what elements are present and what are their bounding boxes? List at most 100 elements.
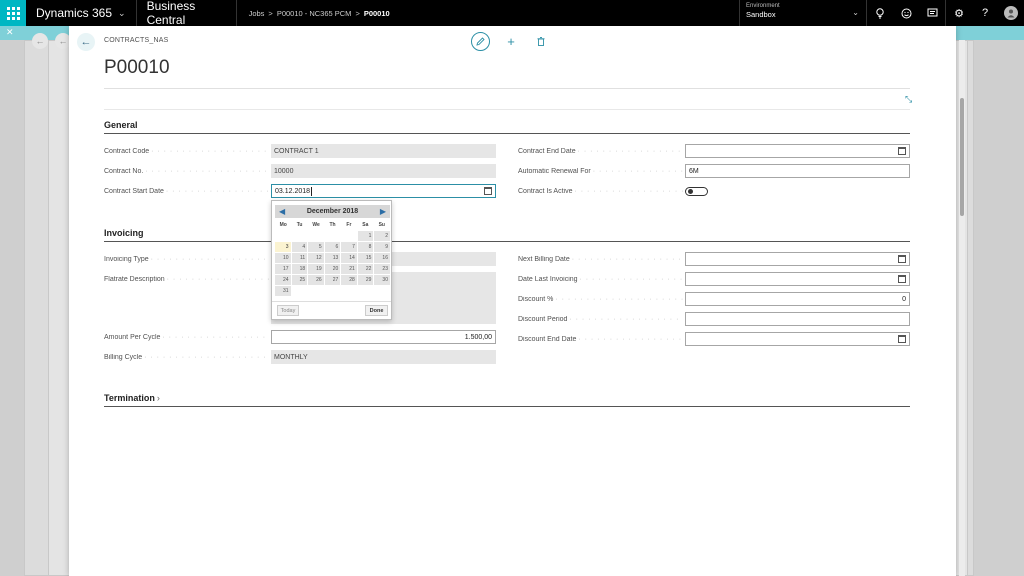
day-cell[interactable]: 18 [291, 264, 308, 274]
brand-menu[interactable]: Dynamics 365 ⌄ [26, 0, 137, 26]
section-title-general[interactable]: General [104, 120, 138, 130]
calendar-icon[interactable] [898, 255, 906, 263]
day-cell[interactable]: 12 [308, 253, 324, 263]
environment-label: Environment [746, 3, 780, 9]
breadcrumb-current: P00010 [363, 8, 390, 18]
weekday-header: Sa [362, 222, 369, 228]
day-cell[interactable]: 11 [291, 253, 308, 263]
day-cell[interactable]: 3 [275, 242, 291, 252]
discount-period-input[interactable] [685, 312, 910, 326]
environment-selector[interactable]: Environment Sandbox ⌄ [739, 0, 867, 26]
calendar-icon[interactable] [898, 335, 906, 343]
chat-icon[interactable] [919, 0, 945, 26]
contract-active-toggle[interactable] [685, 187, 708, 196]
section-divider [104, 241, 910, 242]
next-billing-date-input[interactable] [685, 252, 910, 266]
day-cell[interactable]: 14 [341, 253, 357, 263]
day-cell[interactable]: 16 [374, 253, 390, 263]
day-cell[interactable]: 31 [275, 286, 291, 296]
weekday-header: Fr [346, 222, 352, 228]
field-label: Billing Cycle · · · · · · · · · · · · · … [104, 354, 269, 361]
day-cell[interactable]: 5 [308, 242, 324, 252]
calendar-icon[interactable] [484, 187, 492, 195]
prev-month-icon[interactable]: ◀ [279, 207, 285, 216]
smiley-icon[interactable] [893, 0, 919, 26]
section-title-invoicing[interactable]: Invoicing [104, 228, 144, 238]
calendar-icon[interactable] [898, 275, 906, 283]
help-icon[interactable]: ? [972, 0, 998, 26]
field-label: Discount Period · · · · · · · · · · · · … [518, 316, 683, 323]
day-cell[interactable]: 20 [324, 264, 341, 274]
discount-end-date-input[interactable] [685, 332, 910, 346]
day-cell[interactable]: 15 [357, 253, 374, 263]
field-label: Contract Code · · · · · · · · · · · · · … [104, 148, 269, 155]
day-cell[interactable]: 28 [341, 275, 357, 285]
weekday-header: Su [378, 222, 385, 228]
day-cell[interactable]: 1 [357, 231, 374, 241]
edit-icon[interactable] [471, 32, 490, 51]
chevron-down-icon: ⌄ [852, 8, 859, 17]
back-arrow-icon[interactable]: ← [32, 33, 48, 49]
next-month-icon[interactable]: ▶ [380, 207, 386, 216]
empty-day-cell [341, 231, 357, 241]
toggle-knob [688, 189, 693, 194]
day-cell[interactable]: 21 [341, 264, 357, 274]
scrollbar[interactable] [959, 40, 965, 576]
day-cell[interactable]: 23 [374, 264, 390, 274]
field-label: Discount End Date · · · · · · · · · · · … [518, 336, 683, 343]
contract-end-date-input[interactable] [685, 144, 910, 158]
waffle-icon[interactable] [0, 0, 26, 26]
back-arrow-icon[interactable]: ← [77, 33, 95, 51]
amount-per-cycle-input[interactable]: 1.500,00 [271, 330, 496, 344]
day-cell[interactable]: 4 [291, 242, 308, 252]
day-cell[interactable]: 26 [308, 275, 324, 285]
day-cell[interactable]: 13 [324, 253, 341, 263]
date-last-invoicing-input[interactable] [685, 272, 910, 286]
day-cell[interactable]: 30 [374, 275, 390, 285]
contract-start-date-input[interactable]: 03.12.2018 [271, 184, 496, 198]
scrollbar-thumb[interactable] [960, 98, 964, 216]
day-cell[interactable]: 7 [341, 242, 357, 252]
field-label: Contract End Date · · · · · · · · · · · … [518, 148, 683, 155]
day-cell[interactable]: 9 [374, 242, 390, 252]
datepicker-weekdays: Mo Tu We Th Fr Sa Su [275, 222, 390, 228]
day-cell[interactable]: 27 [324, 275, 341, 285]
day-cell[interactable]: 25 [291, 275, 308, 285]
divider [104, 88, 910, 89]
day-cell[interactable]: 22 [357, 264, 374, 274]
datepicker-month-title: December 2018 [306, 208, 359, 215]
delete-icon[interactable] [532, 33, 550, 51]
breadcrumb-item[interactable]: P00010 - NC365 PCM [277, 9, 352, 18]
day-cell[interactable]: 2 [374, 231, 390, 241]
day-cell[interactable]: 8 [357, 242, 374, 252]
day-cell[interactable]: 19 [308, 264, 324, 274]
field-label: Amount Per Cycle · · · · · · · · · · · ·… [104, 334, 269, 341]
collapse-icon[interactable]: ⤡ [905, 94, 912, 105]
day-cell[interactable]: 6 [324, 242, 341, 252]
divider [272, 301, 391, 302]
calendar-icon[interactable] [898, 147, 906, 155]
gear-icon[interactable]: ⚙ [946, 0, 972, 26]
add-icon[interactable]: + [502, 33, 520, 51]
day-cell[interactable]: 24 [275, 275, 291, 285]
lightbulb-icon[interactable] [867, 0, 893, 26]
datepicker-header: ◀ December 2018 ▶ [275, 205, 390, 218]
discount-percent-input[interactable]: 0 [685, 292, 910, 306]
done-button[interactable]: Done [365, 305, 388, 316]
today-button[interactable]: Today [277, 305, 299, 316]
day-cell[interactable]: 17 [275, 264, 291, 274]
automatic-renewal-input[interactable]: 6M [685, 164, 910, 178]
product-name[interactable]: Business Central [137, 0, 237, 27]
contract-card-page: ← CONTRACTS_NAS P00010 + ⤡ General Contr… [69, 26, 956, 576]
breadcrumb-item[interactable]: Jobs [249, 9, 265, 18]
empty-day-cell [292, 231, 308, 241]
day-cell[interactable]: 29 [357, 275, 374, 285]
datepicker-popup: ◀ December 2018 ▶ Mo Tu We Th Fr Sa Su 1234567… [271, 200, 392, 320]
avatar[interactable] [998, 0, 1024, 26]
day-cell[interactable]: 10 [275, 253, 291, 263]
section-title-termination[interactable]: Termination › [104, 393, 160, 403]
field-label: Invoicing Type · · · · · · · · · · · · ·… [104, 256, 269, 263]
close-icon[interactable]: ✕ [6, 27, 14, 38]
page-caption: CONTRACTS_NAS [104, 37, 169, 44]
field-label: Date Last Invoicing · · · · · · · · · · … [518, 276, 683, 283]
